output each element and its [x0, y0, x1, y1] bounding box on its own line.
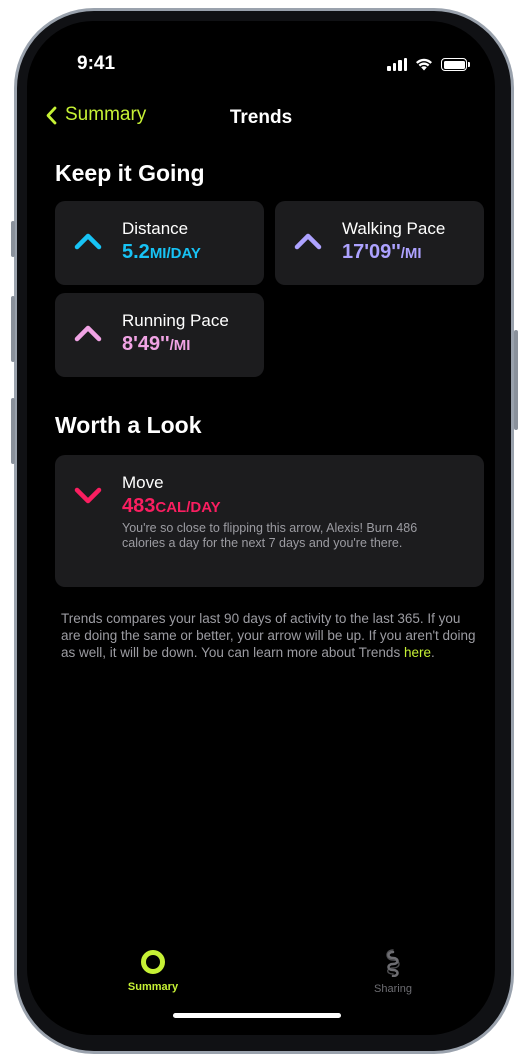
distance-unit: MI/DAY — [149, 245, 201, 262]
chevron-up-icon — [74, 325, 102, 342]
wifi-icon — [416, 58, 432, 71]
running-pace-card[interactable]: Running Pace 8'49''/MI — [55, 293, 264, 377]
action-button — [11, 221, 15, 257]
distance-value: 5.2MI/DAY — [122, 241, 201, 264]
move-unit: CAL/DAY — [155, 499, 221, 516]
section-title-keep-going: Keep it Going — [55, 160, 205, 186]
move-value: 483CAL/DAY — [122, 495, 221, 518]
walking-pace-value: 17'09''/MI — [342, 241, 422, 264]
chevron-up-icon — [294, 233, 322, 250]
tab-sharing-label: Sharing — [374, 983, 412, 995]
side-button — [514, 330, 518, 430]
move-card[interactable]: Move 483CAL/DAY You're so close to flipp… — [55, 455, 484, 587]
move-description: You're so close to flipping this arrow, … — [122, 521, 418, 550]
battery-icon — [441, 58, 470, 71]
running-pace-number: 8'49'' — [122, 333, 170, 355]
running-pace-value: 8'49''/MI — [122, 333, 190, 356]
walking-pace-number: 17'09'' — [342, 241, 401, 263]
home-indicator[interactable] — [173, 1013, 341, 1018]
chevron-down-icon — [74, 487, 102, 504]
status-icons — [387, 57, 470, 71]
walking-pace-card[interactable]: Walking Pace 17'09''/MI — [275, 201, 484, 285]
learn-more-link[interactable]: here — [404, 645, 431, 660]
move-label: Move — [122, 473, 164, 492]
ring-icon — [141, 950, 165, 974]
section-title-worth-a-look: Worth a Look — [55, 412, 202, 438]
status-time: 9:41 — [77, 53, 116, 74]
screen: 9:41 Summary Trends Keep it Going Distan… — [27, 21, 495, 1035]
walking-pace-unit: /MI — [400, 245, 422, 262]
tab-summary[interactable]: Summary — [103, 949, 203, 993]
sharing-icon — [386, 949, 400, 977]
tab-summary-label: Summary — [127, 981, 179, 993]
distance-label: Distance — [122, 219, 189, 238]
trends-explanation-end: . — [430, 645, 435, 660]
running-pace-label: Running Pace — [122, 311, 229, 330]
distance-number: 5.2 — [122, 241, 150, 263]
cellular-signal-icon — [387, 58, 407, 71]
chevron-up-icon — [74, 233, 102, 250]
distance-card[interactable]: Distance 5.2MI/DAY — [55, 201, 264, 285]
move-number: 483 — [122, 495, 156, 517]
volume-up-button — [11, 296, 15, 362]
running-pace-unit: /MI — [169, 337, 191, 354]
walking-pace-label: Walking Pace — [342, 219, 446, 238]
tab-sharing[interactable]: Sharing — [343, 949, 443, 995]
trends-explanation: Trends compares your last 90 days of act… — [61, 610, 481, 661]
volume-down-button — [11, 398, 15, 464]
page-title: Trends — [229, 107, 293, 128]
